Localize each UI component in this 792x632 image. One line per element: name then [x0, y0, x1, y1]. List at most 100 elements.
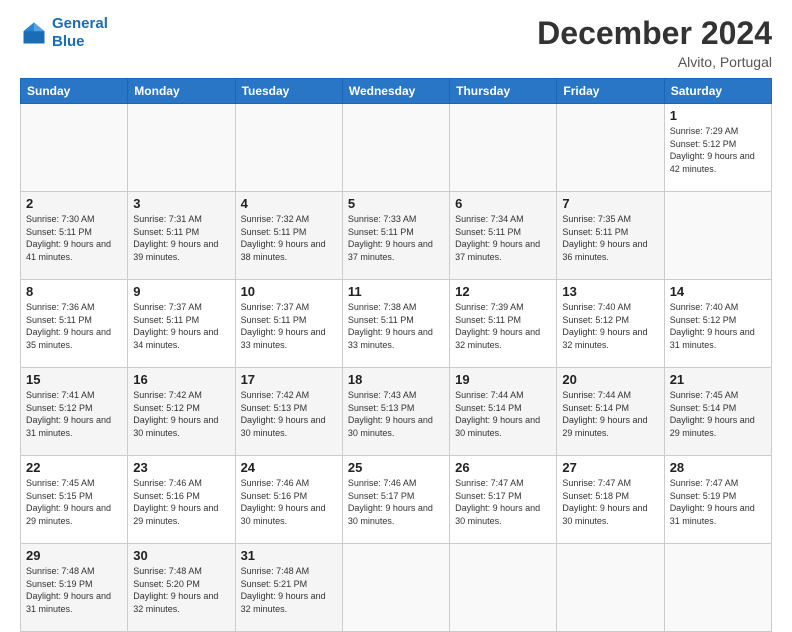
calendar-cell: 18 Sunrise: 7:43 AMSunset: 5:13 PMDayligh…	[342, 368, 449, 456]
calendar-cell: 26 Sunrise: 7:47 AMSunset: 5:17 PMDayligh…	[450, 456, 557, 544]
calendar-cell	[664, 192, 771, 280]
cell-content: Sunrise: 7:37 AMSunset: 5:11 PMDaylight:…	[241, 301, 337, 351]
day-number: 18	[348, 372, 444, 387]
day-number: 7	[562, 196, 658, 211]
calendar-cell: 29 Sunrise: 7:48 AMSunset: 5:19 PMDayligh…	[21, 544, 128, 632]
location: Alvito, Portugal	[537, 54, 772, 70]
calendar-cell: 13 Sunrise: 7:40 AMSunset: 5:12 PMDayligh…	[557, 280, 664, 368]
day-number: 9	[133, 284, 229, 299]
day-number: 25	[348, 460, 444, 475]
weekday-header-row: SundayMondayTuesdayWednesdayThursdayFrid…	[21, 79, 772, 104]
cell-content: Sunrise: 7:44 AMSunset: 5:14 PMDaylight:…	[562, 389, 658, 439]
calendar-cell	[557, 104, 664, 192]
cell-content: Sunrise: 7:33 AMSunset: 5:11 PMDaylight:…	[348, 213, 444, 263]
logo: General Blue	[20, 15, 108, 51]
day-number: 21	[670, 372, 766, 387]
cell-content: Sunrise: 7:34 AMSunset: 5:11 PMDaylight:…	[455, 213, 551, 263]
cell-content: Sunrise: 7:29 AMSunset: 5:12 PMDaylight:…	[670, 125, 766, 175]
day-number: 2	[26, 196, 122, 211]
cell-content: Sunrise: 7:30 AMSunset: 5:11 PMDaylight:…	[26, 213, 122, 263]
day-number: 29	[26, 548, 122, 563]
day-number: 22	[26, 460, 122, 475]
logo-text: General Blue	[52, 15, 108, 51]
day-number: 28	[670, 460, 766, 475]
calendar-cell: 25 Sunrise: 7:46 AMSunset: 5:17 PMDayligh…	[342, 456, 449, 544]
calendar-cell: 16 Sunrise: 7:42 AMSunset: 5:12 PMDayligh…	[128, 368, 235, 456]
cell-content: Sunrise: 7:46 AMSunset: 5:17 PMDaylight:…	[348, 477, 444, 527]
calendar-cell: 15Sunrise: 7:41 AMSunset: 5:12 PMDayligh…	[21, 368, 128, 456]
day-number: 17	[241, 372, 337, 387]
calendar-cell	[342, 104, 449, 192]
day-number: 3	[133, 196, 229, 211]
weekday-header-monday: Monday	[128, 79, 235, 104]
cell-content: Sunrise: 7:31 AMSunset: 5:11 PMDaylight:…	[133, 213, 229, 263]
day-number: 20	[562, 372, 658, 387]
page-header: General Blue December 2024 Alvito, Portu…	[20, 15, 772, 70]
calendar-cell: 12 Sunrise: 7:39 AMSunset: 5:11 PMDayligh…	[450, 280, 557, 368]
day-number: 26	[455, 460, 551, 475]
calendar-cell: 4 Sunrise: 7:32 AMSunset: 5:11 PMDaylight…	[235, 192, 342, 280]
day-number: 11	[348, 284, 444, 299]
calendar-cell	[450, 104, 557, 192]
cell-content: Sunrise: 7:37 AMSunset: 5:11 PMDaylight:…	[133, 301, 229, 351]
weekday-header-friday: Friday	[557, 79, 664, 104]
cell-content: Sunrise: 7:32 AMSunset: 5:11 PMDaylight:…	[241, 213, 337, 263]
cell-content: Sunrise: 7:45 AMSunset: 5:14 PMDaylight:…	[670, 389, 766, 439]
day-number: 6	[455, 196, 551, 211]
cell-content: Sunrise: 7:46 AMSunset: 5:16 PMDaylight:…	[241, 477, 337, 527]
day-number: 14	[670, 284, 766, 299]
day-number: 5	[348, 196, 444, 211]
cell-content: Sunrise: 7:46 AMSunset: 5:16 PMDaylight:…	[133, 477, 229, 527]
day-number: 12	[455, 284, 551, 299]
cell-content: Sunrise: 7:43 AMSunset: 5:13 PMDaylight:…	[348, 389, 444, 439]
calendar-cell: 5 Sunrise: 7:33 AMSunset: 5:11 PMDaylight…	[342, 192, 449, 280]
title-area: December 2024 Alvito, Portugal	[537, 15, 772, 70]
calendar-cell: 31Sunrise: 7:48 AMSunset: 5:21 PMDayligh…	[235, 544, 342, 632]
calendar-cell: 3 Sunrise: 7:31 AMSunset: 5:11 PMDaylight…	[128, 192, 235, 280]
cell-content: Sunrise: 7:47 AMSunset: 5:17 PMDaylight:…	[455, 477, 551, 527]
logo-icon	[20, 19, 48, 47]
calendar-cell: 10 Sunrise: 7:37 AMSunset: 5:11 PMDayligh…	[235, 280, 342, 368]
cell-content: Sunrise: 7:48 AMSunset: 5:21 PMDaylight:…	[241, 565, 337, 615]
calendar-cell	[664, 544, 771, 632]
day-number: 15	[26, 372, 122, 387]
calendar-cell: 14Sunrise: 7:40 AMSunset: 5:12 PMDayligh…	[664, 280, 771, 368]
cell-content: Sunrise: 7:35 AMSunset: 5:11 PMDaylight:…	[562, 213, 658, 263]
cell-content: Sunrise: 7:45 AMSunset: 5:15 PMDaylight:…	[26, 477, 122, 527]
cell-content: Sunrise: 7:36 AMSunset: 5:11 PMDaylight:…	[26, 301, 122, 351]
calendar-cell: 23Sunrise: 7:46 AMSunset: 5:16 PMDayligh…	[128, 456, 235, 544]
calendar-cell: 27Sunrise: 7:47 AMSunset: 5:18 PMDayligh…	[557, 456, 664, 544]
cell-content: Sunrise: 7:39 AMSunset: 5:11 PMDaylight:…	[455, 301, 551, 351]
calendar-cell: 8Sunrise: 7:36 AMSunset: 5:11 PMDaylight…	[21, 280, 128, 368]
calendar-week-row: 2 Sunrise: 7:30 AMSunset: 5:11 PMDaylight…	[21, 192, 772, 280]
calendar-cell: 30Sunrise: 7:48 AMSunset: 5:20 PMDayligh…	[128, 544, 235, 632]
calendar-cell: 19Sunrise: 7:44 AMSunset: 5:14 PMDayligh…	[450, 368, 557, 456]
weekday-header-tuesday: Tuesday	[235, 79, 342, 104]
calendar-week-row: 15Sunrise: 7:41 AMSunset: 5:12 PMDayligh…	[21, 368, 772, 456]
calendar-cell: 22 Sunrise: 7:45 AMSunset: 5:15 PMDayligh…	[21, 456, 128, 544]
calendar-cell	[450, 544, 557, 632]
day-number: 4	[241, 196, 337, 211]
day-number: 24	[241, 460, 337, 475]
calendar-cell: 20 Sunrise: 7:44 AMSunset: 5:14 PMDayligh…	[557, 368, 664, 456]
cell-content: Sunrise: 7:40 AMSunset: 5:12 PMDaylight:…	[562, 301, 658, 351]
day-number: 27	[562, 460, 658, 475]
calendar-cell: 17Sunrise: 7:42 AMSunset: 5:13 PMDayligh…	[235, 368, 342, 456]
calendar-cell	[21, 104, 128, 192]
cell-content: Sunrise: 7:42 AMSunset: 5:12 PMDaylight:…	[133, 389, 229, 439]
day-number: 13	[562, 284, 658, 299]
calendar-cell: 2 Sunrise: 7:30 AMSunset: 5:11 PMDaylight…	[21, 192, 128, 280]
calendar-page: General Blue December 2024 Alvito, Portu…	[0, 0, 792, 612]
calendar-week-row: 29 Sunrise: 7:48 AMSunset: 5:19 PMDayligh…	[21, 544, 772, 632]
calendar-cell	[235, 104, 342, 192]
calendar-cell: 28Sunrise: 7:47 AMSunset: 5:19 PMDayligh…	[664, 456, 771, 544]
day-number: 10	[241, 284, 337, 299]
calendar-cell	[342, 544, 449, 632]
calendar-week-row: 22 Sunrise: 7:45 AMSunset: 5:15 PMDayligh…	[21, 456, 772, 544]
calendar-cell	[128, 104, 235, 192]
day-number: 16	[133, 372, 229, 387]
day-number: 19	[455, 372, 551, 387]
cell-content: Sunrise: 7:38 AMSunset: 5:11 PMDaylight:…	[348, 301, 444, 351]
calendar-cell: 1Sunrise: 7:29 AMSunset: 5:12 PMDaylight…	[664, 104, 771, 192]
cell-content: Sunrise: 7:48 AMSunset: 5:19 PMDaylight:…	[26, 565, 122, 615]
